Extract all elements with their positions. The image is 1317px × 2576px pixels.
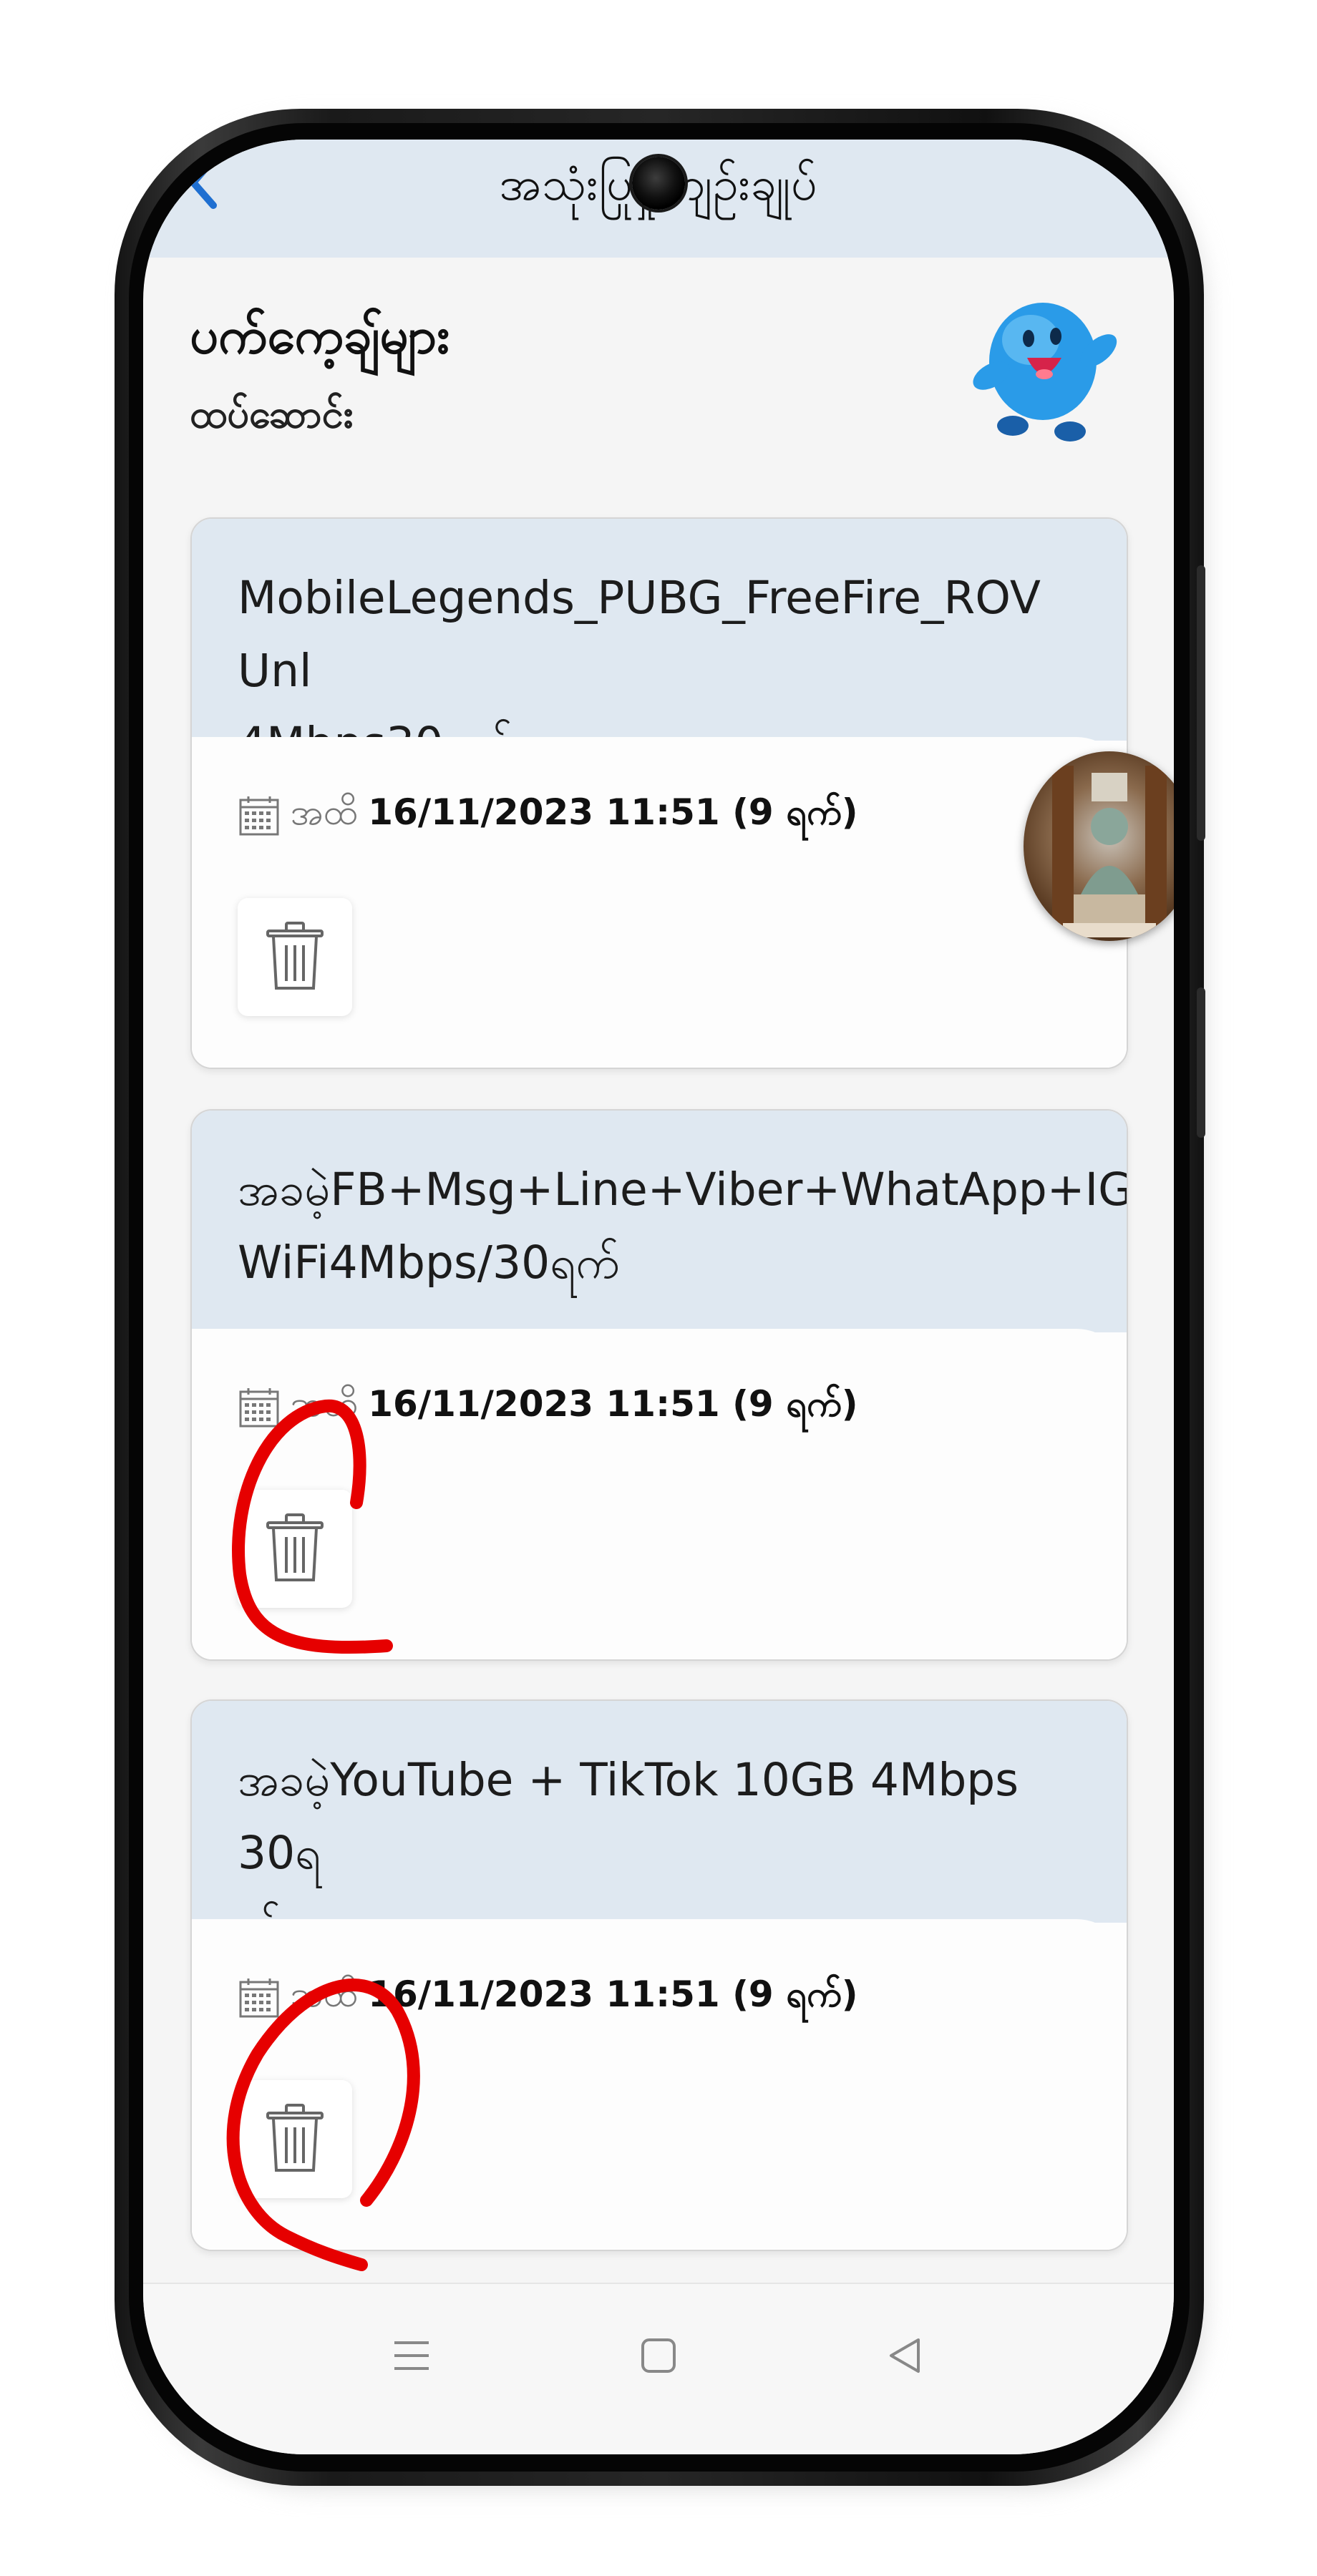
mascot-icon	[973, 303, 1117, 441]
package-name-line: WiFi4Mbps/30ရက်	[238, 1236, 621, 1289]
section-title: ပက်ကေ့ချ်များ	[190, 306, 449, 365]
expiry-label: အထိ	[291, 1973, 359, 2015]
app-header: အသုံးပြုမှုကျဉ်းချုပ်	[143, 140, 1174, 258]
front-camera	[632, 157, 685, 210]
package-card: MobileLegends_PUBG_FreeFire_ROV Unl 4Mbp…	[190, 517, 1128, 1069]
expiry-value: 16/11/2023 11:51 (9 ရက်)	[368, 1382, 858, 1425]
package-name-line: အခမဲ့YouTube + TikTok 10GB 4Mbps 30ရ	[238, 1754, 1019, 1879]
expiry-value: 16/11/2023 11:51 (9 ရက်)	[368, 1973, 858, 2015]
package-card-body: အထိ 16/11/2023 11:51 (9 ရက်)	[192, 737, 1127, 1068]
package-name: အခမဲ့FB+Msg+Line+Viber+WhatApp+IG+ WiFi4…	[238, 1153, 1128, 1299]
expiry-row: အထိ 16/11/2023 11:51 (9 ရက်)	[238, 1382, 858, 1433]
trash-icon	[266, 2104, 324, 2172]
calendar-icon	[239, 1979, 279, 2018]
calendar-icon	[239, 796, 279, 836]
package-card-header: အခမဲ့FB+Msg+Line+Viber+WhatApp+IG+ WiFi4…	[192, 1111, 1127, 1332]
package-card-header: အခမဲ့YouTube + TikTok 10GB 4Mbps 30ရ က်	[192, 1701, 1127, 1952]
delete-button[interactable]	[238, 1490, 352, 1608]
package-name-line: MobileLegends_PUBG_FreeFire_ROV Unl	[238, 572, 1041, 697]
power-button	[1197, 565, 1205, 841]
volume-button	[1197, 987, 1205, 1138]
expiry-label: အထိ	[291, 1382, 359, 1425]
package-name-line: အခမဲ့FB+Msg+Line+Viber+WhatApp+IG+	[238, 1163, 1128, 1216]
package-card: အခမဲ့YouTube + TikTok 10GB 4Mbps 30ရ က်	[190, 1699, 1128, 2251]
expiry-label: အထိ	[291, 791, 359, 833]
section-subtitle: ထပ်ဆောင်း	[190, 391, 354, 436]
package-card-body: အထိ 16/11/2023 11:51 (9 ရက်)	[192, 1919, 1127, 2250]
system-navigation-bar	[143, 2283, 1174, 2454]
expiry-row: အထိ 16/11/2023 11:51 (9 ရက်)	[238, 1973, 858, 2023]
calendar-icon	[239, 1388, 279, 1428]
expiry-row: အထိ 16/11/2023 11:51 (9 ရက်)	[238, 791, 858, 841]
back-triangle-icon[interactable]	[884, 2334, 927, 2377]
expiry-value: 16/11/2023 11:51 (9 ရက်)	[368, 791, 858, 833]
package-card-header: MobileLegends_PUBG_FreeFire_ROV Unl 4Mbp…	[192, 519, 1127, 770]
phone-screen: အသုံးပြုမှုကျဉ်းချုပ် ပက်ကေ့ချ်များ ထပ်ဆ…	[143, 140, 1174, 2454]
package-card: အခမဲ့FB+Msg+Line+Viber+WhatApp+IG+ WiFi4…	[190, 1109, 1128, 1661]
delete-button[interactable]	[238, 2080, 352, 2198]
menu-icon[interactable]	[390, 2334, 433, 2377]
trash-icon	[266, 922, 324, 990]
package-card-body: အထိ 16/11/2023 11:51 (9 ရက်)	[192, 1329, 1127, 1659]
delete-button[interactable]	[238, 898, 352, 1016]
trash-icon	[266, 1513, 324, 1581]
home-square-icon[interactable]	[637, 2334, 680, 2377]
